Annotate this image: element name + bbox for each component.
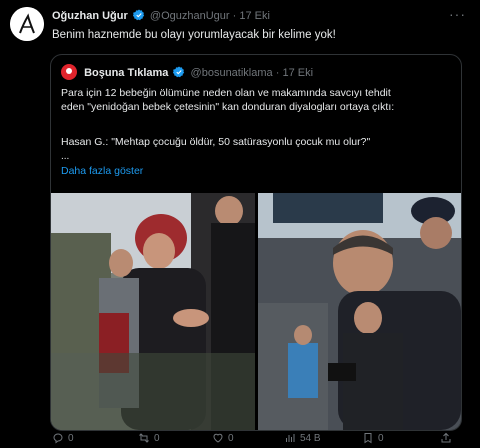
media-photo-left[interactable] <box>51 193 255 430</box>
bookmark-icon <box>362 432 374 444</box>
share-button[interactable] <box>440 432 452 444</box>
repost-button[interactable]: 0 <box>138 432 160 444</box>
reply-icon <box>52 432 64 444</box>
quoted-time[interactable]: 17 Eki <box>282 67 313 79</box>
media-grid <box>51 193 461 430</box>
quoted-header: Boşuna Tıklama @bosunatiklama · 17 Eki <box>61 64 313 81</box>
verified-badge-icon <box>132 9 145 24</box>
quoted-tweet[interactable]: Boşuna Tıklama @bosunatiklama · 17 Eki P… <box>50 54 462 431</box>
tweet-text: Benim haznemde bu olayı yorumlayacak bir… <box>52 29 336 41</box>
quoted-text-line: eden "yenidoğan bebek çetesinin" kan don… <box>61 101 395 113</box>
like-icon <box>212 432 224 444</box>
bookmark-button[interactable]: 0 <box>362 432 384 444</box>
bookmark-count: 0 <box>378 432 384 444</box>
author-name[interactable]: Oğuzhan Uğur <box>52 10 128 22</box>
tweet[interactable]: Oğuzhan Uğur @OguzhanUgur · 17 Eki ··· B… <box>0 0 480 448</box>
verified-badge-icon <box>173 66 185 81</box>
views-count: 54 B <box>300 432 321 444</box>
tweet-time[interactable]: 17 Eki <box>239 10 270 22</box>
quoted-text: Para için 12 bebeğin ölümüne neden olan … <box>61 86 453 114</box>
reply-button[interactable]: 0 <box>52 432 74 444</box>
views-icon <box>284 432 296 444</box>
header-separator: · <box>232 10 237 22</box>
quoted-dialogue: Hasan G.: "Mehtap çocuğu öldür, 50 satür… <box>61 136 371 148</box>
quoted-avatar[interactable] <box>61 64 77 80</box>
show-more-link[interactable]: Daha fazla göster <box>61 165 143 177</box>
quoted-ellipsis: ... <box>61 151 70 162</box>
like-button[interactable]: 0 <box>212 432 234 444</box>
repost-count: 0 <box>154 432 160 444</box>
views-button[interactable]: 54 B <box>284 432 321 444</box>
author-handle[interactable]: @OguzhanUgur <box>150 10 230 22</box>
tweet-header: Oğuzhan Uğur @OguzhanUgur · 17 Eki <box>52 9 270 24</box>
author-avatar[interactable] <box>10 7 44 41</box>
quoted-separator: · <box>275 67 280 79</box>
more-options-icon[interactable]: ··· <box>449 6 466 22</box>
reply-count: 0 <box>68 432 74 444</box>
quoted-author-handle[interactable]: @bosunatiklama <box>191 67 273 79</box>
repost-icon <box>138 432 150 444</box>
quoted-author-name[interactable]: Boşuna Tıklama <box>84 67 168 79</box>
media-photo-right[interactable] <box>258 193 461 430</box>
quoted-text-line: Para için 12 bebeğin ölümüne neden olan … <box>61 87 391 99</box>
share-icon <box>440 432 452 444</box>
like-count: 0 <box>228 432 234 444</box>
